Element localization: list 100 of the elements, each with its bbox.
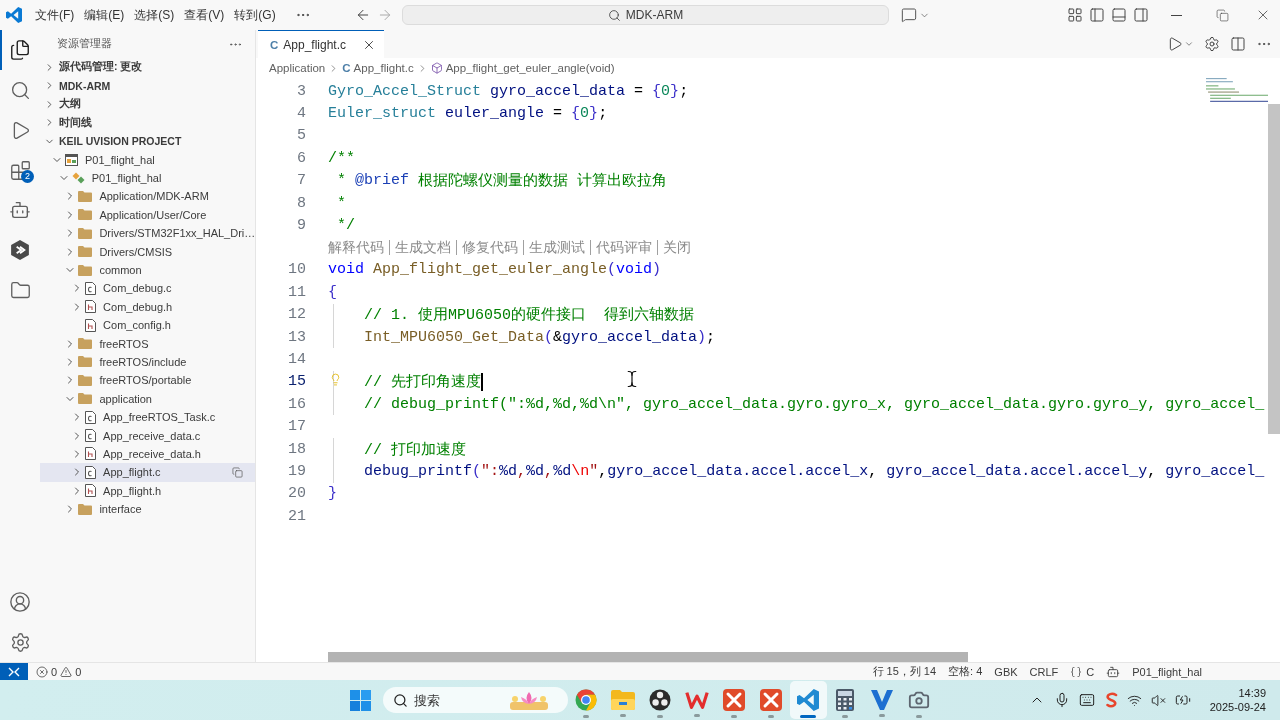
line-number: 12 <box>287 306 306 324</box>
breadcrumb-item[interactable]: Application <box>269 62 326 74</box>
running-indicator <box>879 714 885 717</box>
codelens-link[interactable]: 生成文档 <box>395 238 451 257</box>
settings-icon[interactable] <box>1204 36 1220 52</box>
scrollbar-thumb[interactable] <box>328 652 968 662</box>
section-header[interactable]: 源代码管理: 更改 <box>40 58 255 77</box>
menu-item[interactable]: 查看(V) <box>179 4 230 26</box>
search-box[interactable]: 搜索 <box>382 687 568 713</box>
minimap[interactable] <box>1206 78 1268 102</box>
app-logo <box>6 7 22 23</box>
activity-bar-tab[interactable]: 2 <box>0 150 40 190</box>
keyboard-icon[interactable] <box>1078 692 1095 708</box>
tree-item[interactable]: Drivers/CMSIS <box>40 242 255 261</box>
command-center[interactable]: MDK-ARM <box>402 5 889 25</box>
editor-tab[interactable]: C App_flight.c <box>258 30 385 58</box>
tree-item[interactable]: App_freeRTOS_Task.c <box>40 407 255 427</box>
browser-icon <box>575 689 597 711</box>
codelens-link[interactable]: 生成测试 <box>529 238 585 257</box>
line-number: 3 <box>296 82 306 100</box>
file-icon <box>85 281 97 295</box>
sidebar-title: 资源管理器 <box>57 37 112 51</box>
layout-icon[interactable] <box>1067 7 1083 23</box>
tree-item[interactable]: freeRTOS/include <box>40 352 255 372</box>
code-line: */ <box>336 217 355 235</box>
scrollbar-thumb[interactable] <box>1268 104 1280 434</box>
tree-item[interactable]: Com_debug.h <box>40 297 255 316</box>
tree-item[interactable]: App_flight.c <box>40 463 255 482</box>
codelens-link[interactable]: 修复代码 <box>462 238 518 257</box>
tree-item[interactable]: Application/MDK-ARM <box>40 187 255 206</box>
split-editor-icon[interactable] <box>1230 36 1246 52</box>
chat-icon[interactable] <box>901 7 917 23</box>
tree-item[interactable]: Com_config.h <box>40 316 255 335</box>
code-line: // 先打印角速度 <box>364 372 481 392</box>
section-header[interactable]: 时间线 <box>40 113 255 132</box>
taskbar-button[interactable] <box>789 681 827 719</box>
menu-item[interactable]: 编辑(E) <box>79 4 130 26</box>
battery-charging-icon[interactable] <box>1174 692 1191 708</box>
breadcrumb-item[interactable]: C App_flight.c <box>342 62 414 74</box>
section-header[interactable]: MDK-ARM <box>40 76 255 95</box>
code-line: * @brief 根据陀螺仪测量的数据 计算出欧拉角 <box>336 171 668 191</box>
tree-item[interactable]: P01_flight_hal <box>40 150 255 169</box>
codelens-link[interactable]: 代码评审 <box>596 238 652 257</box>
tree-item[interactable]: application <box>40 389 255 408</box>
codelens-link[interactable]: 关闭 <box>663 238 691 257</box>
tree-item[interactable]: Application/User/Core <box>40 205 255 225</box>
clock[interactable]: 14:39 2025-09-24 <box>1209 686 1266 714</box>
problems-button[interactable]: 0 0 <box>28 665 90 678</box>
tree-item[interactable]: interface <box>40 499 255 519</box>
status-item[interactable]: CRLF <box>1023 665 1065 678</box>
tree-item[interactable]: App_receive_data.c <box>40 426 255 445</box>
tree-item[interactable]: Drivers/STM32F1xx_HAL_Dri… <box>40 224 255 243</box>
code-line: Int_MPU6050_Get_Data(&gyro_accel_data); <box>364 328 716 346</box>
panel-right-icon[interactable] <box>1133 7 1149 23</box>
tree-item[interactable]: Com_debug.c <box>40 279 255 298</box>
status-item[interactable]: P01_flight_hal <box>1126 665 1208 678</box>
status-item[interactable]: 行 15，列 14 <box>866 664 943 679</box>
section-header[interactable]: KEIL UVISION PROJECT <box>40 132 255 151</box>
menu-item[interactable]: 转到(G) <box>229 4 281 26</box>
remote-icon <box>8 666 20 677</box>
hexagon-icon <box>11 240 29 260</box>
file-icon <box>85 447 97 461</box>
panel-left-icon[interactable] <box>1089 7 1105 23</box>
line-number: 13 <box>287 328 306 346</box>
app-icon <box>723 689 745 711</box>
tree-item[interactable]: App_receive_data.h <box>40 444 255 464</box>
search-field[interactable]: 搜索 <box>413 691 504 709</box>
run-icon[interactable] <box>1167 36 1183 52</box>
minimize-icon <box>1170 14 1182 16</box>
folder-icon <box>78 374 93 386</box>
status-item[interactable]: C <box>1064 665 1101 678</box>
search-icon <box>392 692 408 708</box>
running-indicator <box>842 715 848 718</box>
menu-item[interactable]: 选择(S) <box>129 4 180 26</box>
remote-button[interactable] <box>0 663 28 680</box>
window-icon <box>65 153 78 166</box>
menu-item[interactable]: 文件(F) <box>30 4 80 26</box>
tree-item[interactable]: freeRTOS/portable <box>40 371 255 390</box>
volume-muted-icon[interactable] <box>1150 692 1166 708</box>
tree-item[interactable]: P01_flight_hal <box>40 168 255 188</box>
tree-item[interactable]: freeRTOS <box>40 334 255 353</box>
running-indicator <box>694 714 700 717</box>
tree-item[interactable]: common <box>40 260 255 280</box>
breadcrumb-item[interactable]: App_flight_get_euler_angle(void) <box>430 62 615 74</box>
running-indicator <box>583 715 589 718</box>
copy-icon[interactable] <box>232 466 243 478</box>
code-line: // 打印加速度 <box>364 440 466 459</box>
camera-icon <box>908 689 930 711</box>
status-item[interactable]: GBK <box>988 665 1024 678</box>
folder-icon <box>78 246 93 258</box>
input-app-icon[interactable] <box>1103 692 1118 708</box>
code-line: // debug_printf(":%d,%d,%d\n", gyro_accel_data.gyro.gyro_x, gyro_accel_data.gyro.gyro_y, gyro_accel_ <box>364 395 1265 413</box>
tree-item[interactable]: App_flight.h <box>40 481 255 500</box>
codelens-link[interactable]: 解释代码 <box>328 238 384 257</box>
code-line: // 1. 使用MPU6050的硬件接口 得到六轴数据 <box>364 305 695 325</box>
status-item[interactable]: 空格: 4 <box>942 664 989 679</box>
back-arrow-icon[interactable] <box>355 7 371 23</box>
panel-bottom-icon[interactable] <box>1111 7 1127 23</box>
section-header[interactable]: 大纲 <box>40 95 255 114</box>
folder-icon <box>78 227 93 239</box>
